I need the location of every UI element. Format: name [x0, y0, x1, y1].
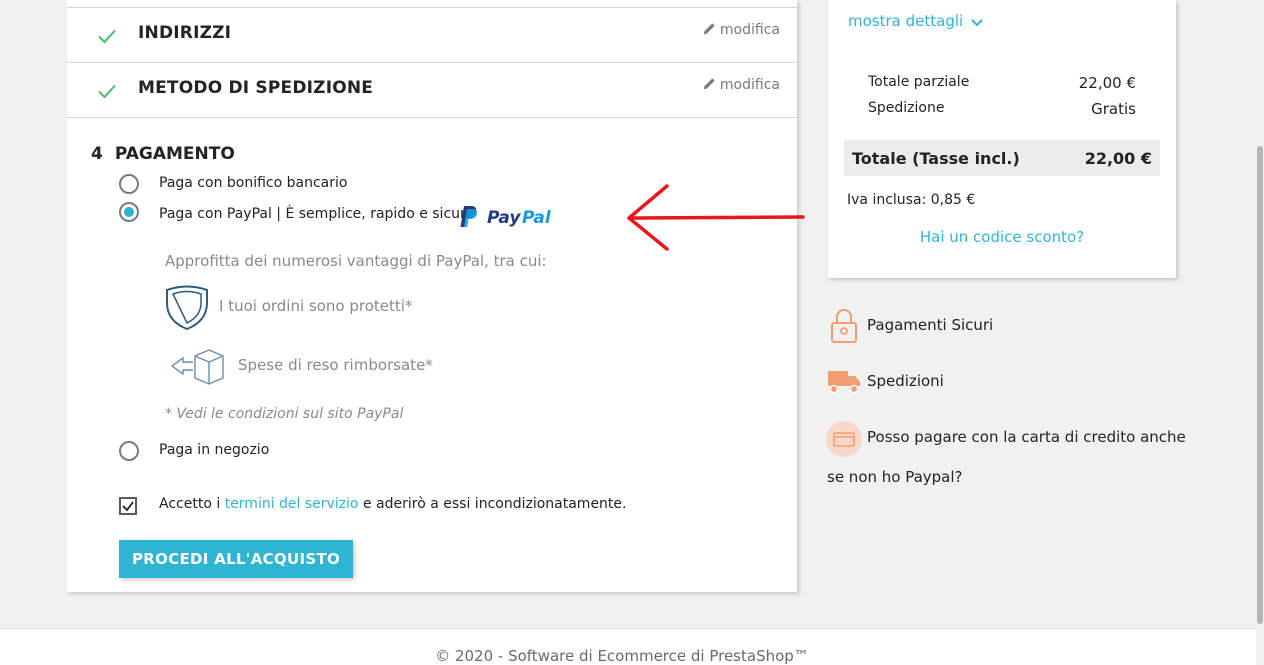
benefit-returns-text: Spese di reso rimborsate*: [238, 356, 433, 374]
step-number: 4: [91, 144, 103, 164]
footer: © 2020 - Software di Ecommerce di Presta…: [0, 628, 1256, 665]
shipping-label: Spedizione: [868, 100, 945, 116]
svg-text:Pal: Pal: [522, 208, 552, 228]
shipping-row: Spedizione Gratis: [868, 100, 1136, 118]
option-paypal-label[interactable]: Paga con PayPal | È semplice, rapido e s…: [159, 206, 474, 222]
return-box-icon: [170, 349, 224, 385]
footer-copyright: © 2020 - Software di Ecommerce di Presta…: [435, 647, 809, 665]
lock-icon: [831, 309, 857, 343]
reassurance-credit-card-line1[interactable]: Posso pagare con la carta di credito anc…: [867, 428, 1186, 446]
step-addresses[interactable]: INDIRIZZI modifica: [67, 8, 797, 63]
chevron-down-icon: [971, 19, 983, 27]
truck-icon: [828, 371, 860, 394]
show-details-label: mostra dettagli: [848, 12, 964, 30]
total-row: Totale (Tasse incl.) 22,00 €: [844, 140, 1160, 176]
total-value: 22,00 €: [1084, 149, 1152, 168]
subtotal-value: 22,00 €: [1078, 74, 1136, 92]
reassurance-secure-payments: Pagamenti Sicuri: [867, 316, 994, 334]
check-icon: [98, 84, 116, 99]
edit-shipping-link[interactable]: modifica: [703, 77, 780, 93]
show-details-toggle[interactable]: mostra dettagli: [848, 12, 983, 30]
paypal-logo: Pay Pal: [460, 206, 552, 228]
subtotal-row: Totale parziale 22,00 €: [868, 74, 1136, 92]
promo-code-link[interactable]: Hai un codice sconto?: [828, 228, 1176, 246]
red-arrow-annotation: [627, 184, 805, 251]
check-icon: [98, 29, 116, 44]
edit-label: modifica: [719, 77, 780, 93]
reassurance-shipping: Spedizioni: [867, 372, 944, 390]
option-bank-transfer-label[interactable]: Paga con bonifico bancario: [159, 175, 347, 191]
option-pay-in-store-label[interactable]: Paga in negozio: [159, 442, 269, 458]
page-scrollbar[interactable]: [1256, 0, 1264, 665]
radio-paypal[interactable]: [119, 202, 139, 222]
edit-label: modifica: [719, 22, 780, 38]
reassurance-credit-card-line2[interactable]: se non ho Paypal?: [827, 468, 963, 486]
terms-suffix: e aderirò a essi incondizionatamente.: [362, 496, 627, 512]
svg-text:Pay: Pay: [487, 208, 521, 228]
payment-heading: 4 PAGAMENTO: [91, 144, 235, 164]
radio-pay-in-store[interactable]: [119, 441, 139, 461]
subtotal-label: Totale parziale: [868, 74, 970, 90]
scrollbar-thumb[interactable]: [1257, 146, 1263, 624]
pencil-icon: [703, 78, 715, 90]
shipping-value: Gratis: [1091, 100, 1136, 118]
previous-step-edge: [67, 0, 797, 8]
terms-checkbox[interactable]: [119, 497, 137, 515]
terms-text: Accetto i termini del servizio e aderirò…: [159, 496, 626, 512]
place-order-button[interactable]: PROCEDI ALL'ACQUISTO: [119, 540, 353, 578]
checkmark-icon: [122, 501, 134, 512]
benefit-protected-text: I tuoi ordini sono protetti*: [219, 297, 413, 315]
terms-prefix: Accetto i: [159, 496, 221, 512]
step-title: INDIRIZZI: [138, 23, 232, 43]
tax-included-text: Iva inclusa: 0,85 €: [847, 192, 976, 208]
order-summary: mostra dettagli Totale parziale 22,00 € …: [828, 0, 1176, 278]
step-shipping-method[interactable]: METODO DI SPEDIZIONE modifica: [67, 63, 797, 118]
step-title: METODO DI SPEDIZIONE: [138, 78, 374, 98]
credit-card-icon: [826, 421, 862, 457]
paypal-conditions-note: * Vedi le condizioni sul sito PayPal: [165, 406, 404, 422]
radio-bank-transfer[interactable]: [119, 174, 139, 194]
total-label: Totale (Tasse incl.): [852, 149, 1020, 168]
paypal-intro-text: Approfitta dei numerosi vantaggi di PayP…: [165, 252, 547, 270]
terms-of-service-link[interactable]: termini del servizio: [225, 496, 359, 512]
step-title: PAGAMENTO: [114, 144, 235, 164]
shield-icon: [166, 285, 208, 331]
pencil-icon: [703, 23, 715, 35]
checkout-panel: INDIRIZZI modifica METODO DI SPEDIZIONE …: [67, 0, 805, 592]
edit-addresses-link[interactable]: modifica: [703, 22, 780, 38]
